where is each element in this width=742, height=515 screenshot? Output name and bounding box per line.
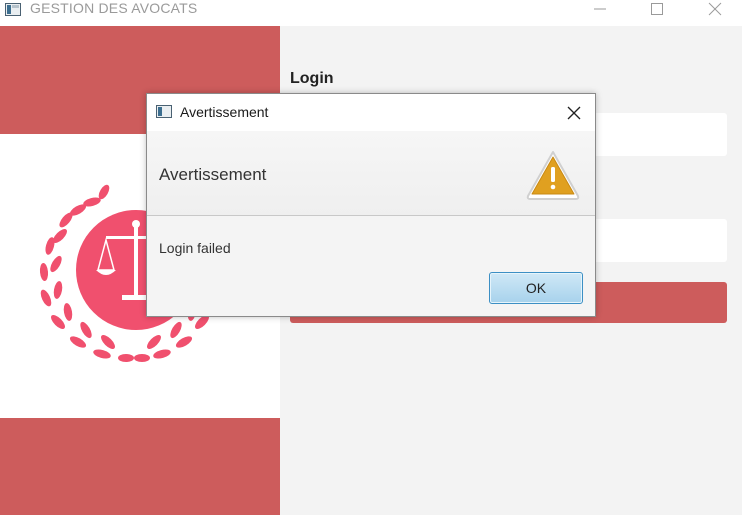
dialog-title: Avertissement [180, 104, 269, 120]
password-field[interactable] [580, 219, 727, 262]
ok-button[interactable]: OK [489, 272, 583, 304]
username-field[interactable] [580, 113, 727, 156]
maximize-icon [651, 3, 663, 15]
dialog-message: Login failed [159, 240, 231, 256]
dialog-titlebar: Avertissement [147, 94, 595, 131]
dialog-close-button[interactable] [561, 102, 587, 124]
left-banner-bottom [0, 418, 280, 515]
maximize-button[interactable] [634, 0, 680, 20]
warning-dialog: Avertissement Avertissement Login failed… [146, 93, 596, 317]
app-icon [5, 3, 21, 16]
dialog-header: Avertissement [147, 131, 595, 216]
minimize-icon [594, 8, 606, 10]
dialog-app-icon [156, 105, 172, 118]
warning-icon [526, 151, 580, 200]
window-close-button[interactable] [692, 0, 738, 20]
minimize-button[interactable] [577, 0, 623, 20]
login-heading: Login [290, 70, 334, 87]
window-title: GESTION DES AVOCATS [30, 0, 198, 16]
close-icon [567, 106, 581, 120]
dialog-header-text: Avertissement [159, 165, 267, 184]
close-icon [708, 2, 722, 16]
window-titlebar: GESTION DES AVOCATS [0, 0, 742, 26]
